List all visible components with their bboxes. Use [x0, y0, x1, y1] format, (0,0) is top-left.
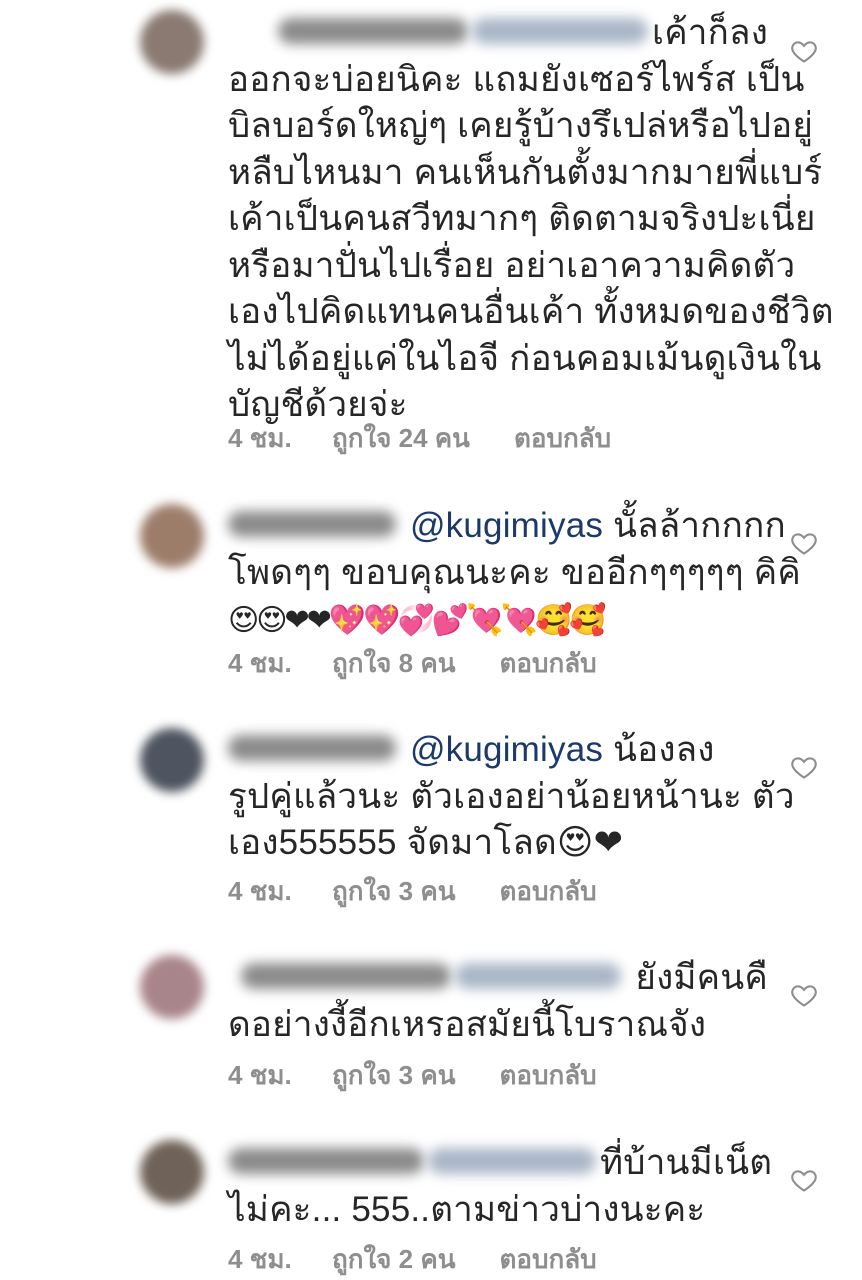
username-blurred[interactable] — [228, 734, 396, 761]
username-blurred[interactable] — [455, 962, 622, 989]
comment-text: ยังมีคนคื — [635, 958, 768, 997]
comment-line: @kugimiyas น้องลง — [228, 727, 768, 774]
comment-text: เอง555555 จัดมาโลด😍❤ — [228, 823, 624, 862]
comment-text: โพดๆๆ ขอบคุณนะคะ ขออีกๆๆๆๆๆ คิคิ — [228, 552, 801, 592]
username-blurred[interactable] — [472, 17, 649, 44]
username-blurred[interactable] — [228, 510, 396, 537]
timestamp: 4 ชม. — [228, 876, 292, 906]
comment-text: หลืบไหนมา คนเห็นกันตั้งมากมายพี่แบร์ — [228, 152, 823, 192]
comment-text: เค้าเป็นคนสวีทมากๆ ติดตามจริงปะเนี่ย — [228, 199, 816, 238]
comment-text: เองไปคิดแทนคนอื่นเค้า ทั้งหมดของชีวิต — [228, 292, 834, 331]
comment-line: @kugimiyas นั้ลล้ากกกก — [228, 503, 786, 550]
likes-count[interactable]: ถูกใจ 3 คน — [332, 871, 456, 912]
reply-button[interactable]: ตอบกลับ — [500, 643, 597, 684]
comment-text: รูปคู่แล้วนะ ตัวเองอย่าน้อยหน้านะ ตัว — [228, 776, 795, 816]
likes-count[interactable]: ถูกใจ 8 คน — [332, 643, 456, 684]
likes-count[interactable]: ถูกใจ 3 คน — [332, 1055, 456, 1096]
avatar[interactable] — [140, 504, 204, 568]
comment-text: หรือมาปั่นไปเรื่อย อย่าเอาความคิดตัว — [228, 245, 796, 285]
mention-link[interactable]: @kugimiyas — [410, 730, 603, 769]
comment-line: ยังมีคนคื — [228, 955, 768, 1002]
emoji-line: 😍😍❤❤💖💖💞💕💘💘🥰🥰 — [228, 596, 768, 643]
comment-text: นั้ลล้ากกกก — [613, 506, 786, 545]
reply-button[interactable]: ตอบกลับ — [500, 1055, 597, 1096]
timestamp: 4 ชม. — [228, 648, 292, 678]
like-heart-icon[interactable] — [790, 1166, 818, 1194]
comment-text: ไม่คะ... 555..ตามข่าวบ่างนะคะ — [228, 1189, 706, 1229]
comment-body: ที่บ้านมีเน็ต ไม่คะ... 555..ตามข่าวบ่างน… — [228, 1140, 772, 1233]
comment-meta: 4 ชม. ถูกใจ 24 คน ตอบกลับ — [228, 418, 611, 459]
reply-button[interactable]: ตอบกลับ — [500, 871, 597, 912]
like-heart-icon[interactable] — [790, 981, 818, 1009]
likes-count[interactable]: ถูกใจ 2 คน — [332, 1239, 456, 1280]
emoji-text: 😍😍❤❤💖💖💞💕💘💘🥰🥰 — [228, 603, 607, 637]
comment-text: ที่บ้านมีเน็ต — [600, 1143, 773, 1182]
comment-meta: 4 ชม. ถูกใจ 3 คน ตอบกลับ — [228, 871, 597, 912]
reply-button[interactable]: ตอบกลับ — [500, 1239, 597, 1280]
username-blurred[interactable] — [428, 1147, 596, 1174]
like-heart-icon[interactable] — [790, 37, 818, 65]
comment-text: ออกจะบ่อยนิคะ แถมยังเซอร์ไพร์ส เป็น — [228, 59, 805, 99]
username-blurred[interactable] — [278, 17, 469, 44]
username-blurred[interactable] — [228, 1147, 424, 1174]
like-heart-icon[interactable] — [790, 753, 818, 781]
comment-meta: 4 ชม. ถูกใจ 2 คน ตอบกลับ — [228, 1239, 597, 1280]
avatar[interactable] — [140, 10, 204, 74]
timestamp: 4 ชม. — [228, 1060, 292, 1090]
avatar[interactable] — [140, 955, 204, 1019]
timestamp: 4 ชม. — [228, 423, 292, 453]
comment-text: เค้าก็ลง — [652, 13, 768, 52]
avatar[interactable] — [140, 1140, 204, 1204]
comment-line: ที่บ้านมีเน็ต — [228, 1140, 772, 1187]
comment-line: เค้าก็ลง — [228, 10, 768, 57]
comment-body: @kugimiyas น้องลง รูปคู่แล้วนะ ตัวเองอย่… — [228, 727, 795, 867]
comment-text: น้องลง — [613, 730, 715, 769]
like-heart-icon[interactable] — [790, 529, 818, 557]
comment-meta: 4 ชม. ถูกใจ 8 คน ตอบกลับ — [228, 643, 597, 684]
comment-body: @kugimiyas นั้ลล้ากกกก โพดๆๆ ขอบคุณนะคะ … — [228, 503, 801, 643]
reply-button[interactable]: ตอบกลับ — [514, 418, 611, 459]
avatar[interactable] — [140, 728, 204, 792]
comment-text: ดอย่างงี้อีกเหรอสมัยนี้โบราณจัง — [228, 1004, 707, 1044]
comment-text: ไม่ได้อยู่แค่ในไอจี ก่อนคอมเม้นดูเงินใน — [228, 338, 822, 378]
comment-body: ยังมีคนคื ดอย่างงี้อีกเหรอสมัยนี้โบราณจั… — [228, 955, 768, 1048]
mention-link[interactable]: @kugimiyas — [410, 506, 603, 545]
likes-count[interactable]: ถูกใจ 24 คน — [332, 418, 470, 459]
comment-meta: 4 ชม. ถูกใจ 3 คน ตอบกลับ — [228, 1055, 597, 1096]
comment-text: บิลบอร์ดใหญ่ๆ เคยรู้บ้างรึเปล่หรือไปอยู่ — [228, 106, 814, 145]
comment-body: เค้าก็ลง ออกจะบ่อยนิคะ แถมยังเซอร์ไพร์ส … — [228, 10, 834, 429]
username-blurred[interactable] — [241, 962, 452, 989]
timestamp: 4 ชม. — [228, 1244, 292, 1274]
